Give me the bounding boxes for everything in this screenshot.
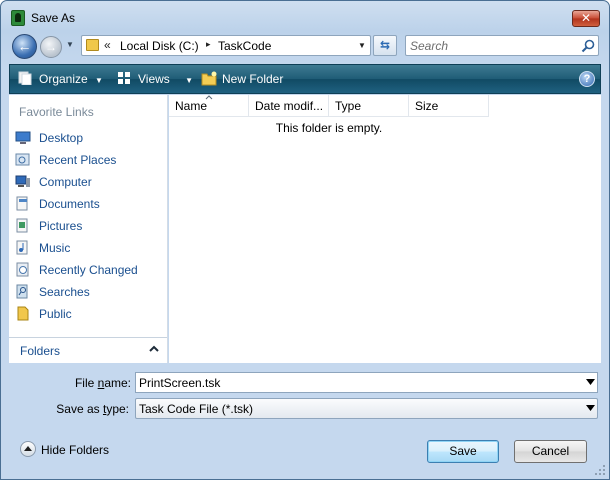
column-size-label: Size [415,99,439,113]
nav-item-recently-changed[interactable]: Recently Changed [9,259,167,281]
nav-item-label: Recent Places [39,153,117,167]
recent-pages-dropdown-icon[interactable]: ▼ [66,41,76,49]
save-button[interactable]: Save [427,440,499,463]
save-as-dialog: Save As ✕ ← → ▼ « Local Disk (C:) ▸ Task… [0,0,610,480]
refresh-button[interactable]: ⇆ [373,35,397,56]
title-bar[interactable]: Save As ✕ [1,1,609,33]
organize-icon [18,71,32,85]
music-icon [16,240,28,255]
nav-item-label: Public [39,307,72,321]
folders-toggle[interactable]: Folders [9,337,167,363]
chevron-down-icon: ▼ [185,76,194,85]
column-header-name[interactable]: Name [169,95,249,117]
save-as-type-select[interactable]: Task Code File (*.tsk) [135,398,598,419]
nav-item-computer[interactable]: Computer [9,171,167,193]
documents-icon [16,196,28,211]
favorite-links-header: Favorite Links [19,105,94,119]
file-name-combo[interactable] [135,372,598,393]
file-name-input[interactable] [139,375,569,390]
nav-item-pictures[interactable]: Pictures [9,215,167,237]
forward-button[interactable]: → [40,36,62,58]
nav-item-searches[interactable]: Searches [9,281,167,303]
hide-folders-button[interactable]: Hide Folders [41,443,109,457]
breadcrumb-taskcode[interactable]: TaskCode [218,39,271,53]
new-folder-icon [201,71,217,86]
app-icon [11,10,25,26]
chevron-down-icon [586,405,595,411]
file-list[interactable]: Name Date modif... Type Size This folder… [169,95,601,363]
new-folder-button[interactable]: New Folder [222,72,283,86]
nav-item-public[interactable]: Public [9,303,167,325]
column-type-label: Type [335,99,362,113]
folder-icon [86,39,99,51]
views-icon [118,72,130,84]
column-header-size[interactable]: Size [409,95,489,117]
nav-item-label: Music [39,241,71,255]
organize-label: Organize [39,72,88,86]
file-name-label: File name: [74,376,131,390]
nav-item-documents[interactable]: Documents [9,193,167,215]
recent-places-icon [15,153,30,166]
breadcrumb-separator-icon[interactable]: ▸ [206,39,211,50]
empty-folder-message: This folder is empty. [275,121,383,135]
breadcrumb-local-disk[interactable]: Local Disk (C:) [120,39,199,53]
help-button[interactable]: ? [579,71,595,87]
nav-item-label: Recently Changed [39,263,138,277]
save-as-type-label: Save as type: [56,402,129,416]
column-date-label: Date modif... [255,99,324,113]
views-label: Views [138,72,170,86]
nav-item-label: Desktop [39,131,84,145]
save-as-type-value: Task Code File (*.tsk) [139,402,254,416]
back-arrow-icon: ← [17,38,32,54]
chevron-down-icon: ▼ [95,76,103,85]
command-toolbar: Organize ▼ Views ▼ New Folder ? [9,64,601,94]
column-header-date-modified[interactable]: Date modif... [249,95,329,117]
views-menu[interactable]: Views ▼ [138,72,193,86]
search-box[interactable] [405,35,599,56]
back-button[interactable]: ← [12,34,37,59]
nav-item-label: Computer [39,175,92,189]
pictures-icon [16,218,28,233]
nav-item-label: Documents [39,197,100,211]
address-overflow-button[interactable]: « [104,38,111,52]
address-bar[interactable]: « Local Disk (C:) ▸ TaskCode ▼ [81,35,371,56]
nav-item-label: Pictures [39,219,83,233]
cancel-button[interactable]: Cancel [514,440,587,463]
refresh-icon: ⇆ [379,38,391,52]
column-name-label: Name [175,99,208,113]
address-dropdown-icon[interactable]: ▼ [358,41,366,50]
nav-item-music[interactable]: Music [9,237,167,259]
nav-item-label: Searches [39,285,90,299]
window-title: Save As [31,11,76,25]
navigation-pane: Favorite Links Desktop Recent Places Com… [9,95,168,363]
search-input[interactable] [410,39,570,53]
hide-folders-toggle-icon[interactable] [20,441,36,457]
nav-item-recent-places[interactable]: Recent Places [9,149,167,171]
chevron-up-icon [149,345,159,352]
computer-icon [15,175,30,187]
forward-arrow-icon: → [45,40,57,54]
nav-item-desktop[interactable]: Desktop [9,127,167,149]
desktop-icon [15,131,31,144]
folders-label: Folders [20,344,61,358]
search-icon[interactable] [581,39,595,53]
public-icon [17,306,29,321]
chevron-up-icon [24,446,32,451]
recently-changed-icon [16,262,29,277]
resize-grip-icon[interactable] [593,463,607,477]
chevron-down-icon[interactable] [586,379,595,385]
close-button[interactable]: ✕ [572,10,600,27]
searches-icon [16,284,28,299]
organize-menu[interactable]: Organize ▼ [39,72,103,86]
column-header-type[interactable]: Type [329,95,409,117]
